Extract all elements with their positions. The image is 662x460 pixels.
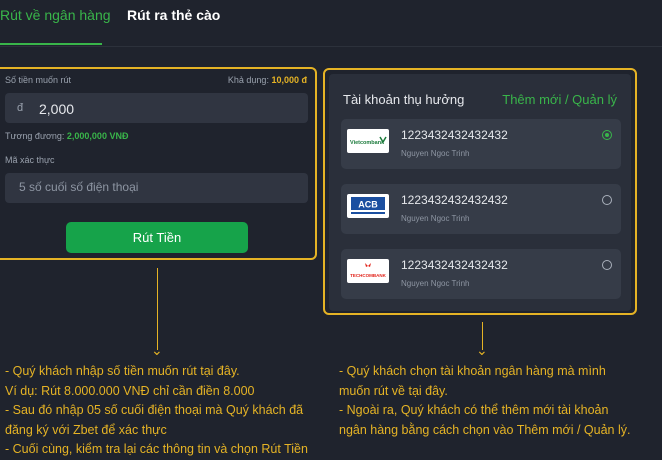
svg-text:TECHCOMBANK: TECHCOMBANK xyxy=(350,273,386,278)
beneficiary-accounts-panel: Tài khoản thụ hưởng Thêm mới / Quản lý V… xyxy=(323,68,637,315)
note-line: - Quý khách nhập số tiền muốn rút tại đâ… xyxy=(5,364,240,378)
tab-bar: Rút về ngân hàng Rút ra thẻ cào xyxy=(0,0,662,47)
withdraw-form-panel: Số tiền muốn rút Khả dụng: 10,000 đ đ Tư… xyxy=(0,67,317,260)
bank-account-techcombank[interactable]: TECHCOMBANK 1223432432432432 Nguyen Ngoc… xyxy=(341,249,621,299)
account-holder: Nguyen Ngoc Trinh xyxy=(401,149,470,158)
note-line: ngân hàng bằng cách chọn vào Thêm mới / … xyxy=(339,422,631,437)
accounts-card: Tài khoản thụ hưởng Thêm mới / Quản lý V… xyxy=(329,74,631,311)
vietcombank-logo-art: Vietcombank xyxy=(350,136,387,146)
account-radio-selected[interactable] xyxy=(602,130,612,140)
available-value: 10,000 đ xyxy=(271,75,307,85)
otp-input[interactable] xyxy=(17,179,301,195)
arrow-down-icon: ⌄ xyxy=(151,342,163,358)
otp-label: Mã xác thực xyxy=(5,155,55,165)
otp-field[interactable] xyxy=(5,173,308,203)
note-line: muốn rút về tại đây. xyxy=(339,383,448,398)
active-tab-indicator xyxy=(0,43,102,45)
account-holder: Nguyen Ngoc Trinh xyxy=(401,279,470,288)
equivalent-label: Tương đương: xyxy=(5,131,65,141)
equivalent-value: 2,000,000 VNĐ xyxy=(66,131,129,141)
available-balance: Khả dụng: 10,000 đ xyxy=(228,75,307,85)
currency-symbol: đ xyxy=(17,102,24,114)
svg-text:ACB: ACB xyxy=(358,200,378,210)
note-line: đăng ký với Zbet để xác thực xyxy=(5,422,167,437)
account-radio[interactable] xyxy=(602,195,612,205)
techcombank-logo: TECHCOMBANK xyxy=(347,259,389,283)
amount-field[interactable]: đ xyxy=(5,93,308,123)
account-number: 1223432432432432 xyxy=(401,193,508,207)
acb-logo: ACB xyxy=(347,194,389,218)
techcombank-logo-art: TECHCOMBANK xyxy=(350,263,387,278)
note-line: - Quý khách chọn tài khoản ngân hàng mà … xyxy=(339,364,606,378)
amount-input[interactable] xyxy=(37,100,291,118)
note-line: - Ngoài ra, Quý khách có thể thêm mới tà… xyxy=(339,403,609,417)
available-label: Khả dụng: xyxy=(227,75,269,85)
note-line: - Sau đó nhập 05 số cuối điện thoại mà Q… xyxy=(5,403,304,417)
accounts-title: Tài khoản thụ hưởng xyxy=(343,92,465,107)
left-instructions: - Quý khách nhập số tiền muốn rút tại đâ… xyxy=(5,362,308,460)
bank-account-acb[interactable]: ACB 1223432432432432 Nguyen Ngoc Trinh xyxy=(341,184,621,234)
equivalent-amount: Tương đương: 2,000,000 VNĐ xyxy=(5,131,128,141)
tab-bank-withdraw[interactable]: Rút về ngân hàng xyxy=(0,7,111,23)
arrow-line-left xyxy=(157,268,158,350)
account-number: 1223432432432432 xyxy=(401,258,508,272)
note-line: Ví dụ: Rút 8.000.000 VNĐ chỉ cần điền 8.… xyxy=(5,383,255,398)
right-instructions: - Quý khách chọn tài khoản ngân hàng mà … xyxy=(339,362,630,440)
account-radio[interactable] xyxy=(602,260,612,270)
svg-text:Vietcombank: Vietcombank xyxy=(350,140,385,146)
withdraw-button[interactable]: Rút Tiền xyxy=(66,222,248,253)
arrow-down-icon: ⌄ xyxy=(476,342,488,358)
account-number: 1223432432432432 xyxy=(401,128,508,142)
vietcombank-logo: Vietcombank xyxy=(347,129,389,153)
amount-label: Số tiền muốn rút xyxy=(5,75,72,85)
note-line: - Cuối cùng, kiểm tra lại các thông tin … xyxy=(5,442,308,456)
tab-card-withdraw[interactable]: Rút ra thẻ cào xyxy=(127,7,220,23)
add-manage-link[interactable]: Thêm mới / Quản lý xyxy=(502,92,617,107)
bank-account-vietcombank[interactable]: Vietcombank 1223432432432432 Nguyen Ngoc… xyxy=(341,119,621,169)
acb-logo-art: ACB xyxy=(351,197,385,214)
account-holder: Nguyen Ngoc Trinh xyxy=(401,214,470,223)
